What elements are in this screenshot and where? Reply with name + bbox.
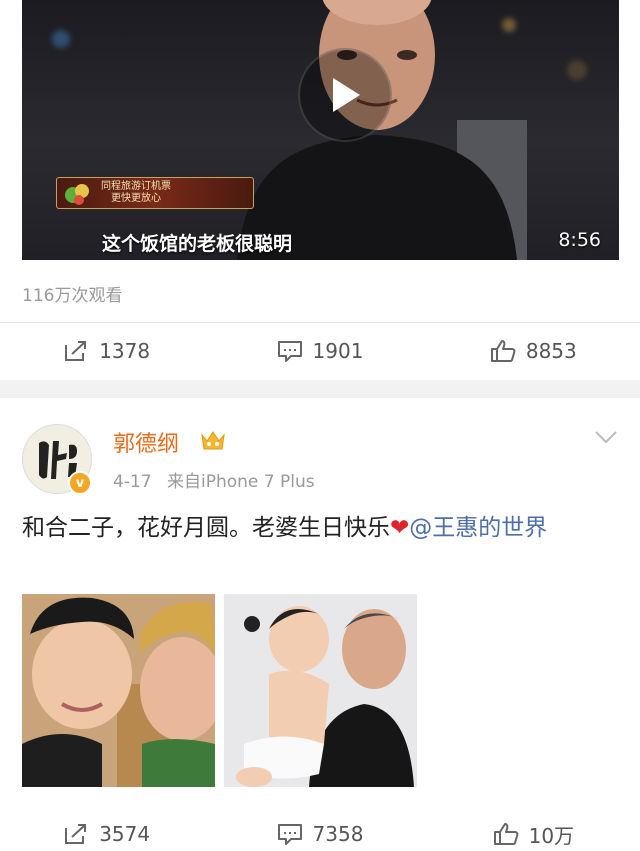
chevron-down-icon[interactable] bbox=[594, 430, 618, 444]
post-body: 和合二子，花好月圆。老婆生日快乐❤@王惠的世界 bbox=[22, 508, 622, 548]
author-name[interactable]: 郭德纲 bbox=[113, 426, 179, 458]
comment-button[interactable]: 1901 bbox=[213, 323, 426, 379]
play-icon bbox=[333, 78, 360, 112]
post-date: 4-17 bbox=[113, 472, 152, 492]
background-light bbox=[567, 60, 587, 80]
weibo-post-card: v 郭德纲 4-17 来自iPhone 7 Plus 和合二子，花好月圆。老婆生… bbox=[0, 398, 640, 851]
like-button[interactable]: 8853 bbox=[427, 323, 640, 379]
post-action-bar: 1378 1901 8853 bbox=[0, 323, 640, 379]
feed-separator bbox=[0, 380, 640, 398]
post-image-1[interactable] bbox=[22, 594, 215, 787]
mention-link[interactable]: @王惠的世界 bbox=[409, 515, 547, 541]
video-subtitle: 这个饭馆的老板很聪明 bbox=[102, 233, 293, 255]
comment-button[interactable]: 7358 bbox=[213, 806, 426, 851]
comment-count: 7358 bbox=[312, 822, 364, 846]
man-and-baby-photo bbox=[224, 594, 417, 787]
repost-count: 1378 bbox=[99, 339, 151, 363]
video-post-card: 同程旅游订机票 更快更放心 这个饭馆的老板很聪明 8:56 116万次观看 13… bbox=[0, 0, 640, 380]
comment-icon bbox=[277, 824, 302, 845]
view-count: 116万次观看 bbox=[22, 286, 123, 306]
background-light bbox=[52, 30, 70, 48]
repost-button[interactable]: 3574 bbox=[0, 806, 213, 851]
post-action-bar: 3574 7358 10万 bbox=[0, 806, 640, 851]
like-button[interactable]: 10万 bbox=[427, 806, 640, 851]
repost-icon bbox=[65, 824, 87, 844]
heart-icon: ❤ bbox=[390, 515, 410, 541]
play-button[interactable] bbox=[298, 48, 392, 142]
repost-button[interactable]: 1378 bbox=[0, 323, 213, 379]
comment-count: 1901 bbox=[312, 339, 364, 363]
post-image-2[interactable] bbox=[224, 594, 417, 787]
post-source: 来自iPhone 7 Plus bbox=[167, 472, 315, 492]
verified-badge: v bbox=[68, 471, 92, 495]
video-thumbnail-figure bbox=[237, 0, 527, 260]
video-player[interactable]: 同程旅游订机票 更快更放心 这个饭馆的老板很聪明 8:56 bbox=[22, 0, 619, 260]
repost-count: 3574 bbox=[99, 822, 151, 846]
comment-icon bbox=[277, 341, 302, 362]
banner-line-2: 更快更放心 bbox=[111, 193, 161, 204]
thumbs-up-icon bbox=[493, 823, 518, 845]
like-count: 10万 bbox=[528, 823, 575, 848]
repost-icon bbox=[65, 341, 87, 361]
mascot-icon bbox=[65, 184, 89, 205]
vip-crown-icon bbox=[201, 431, 225, 450]
like-count: 8853 bbox=[525, 339, 577, 363]
post-meta: 4-17 来自iPhone 7 Plus bbox=[113, 467, 315, 492]
banner-line-1: 同程旅游订机票 bbox=[101, 181, 171, 192]
post-text: 和合二子，花好月圆。老婆生日快乐 bbox=[22, 515, 390, 541]
video-ad-banner: 同程旅游订机票 更快更放心 bbox=[56, 177, 254, 209]
thumbs-up-icon bbox=[490, 340, 516, 362]
video-duration: 8:56 bbox=[558, 229, 601, 251]
couple-photo bbox=[22, 594, 215, 787]
